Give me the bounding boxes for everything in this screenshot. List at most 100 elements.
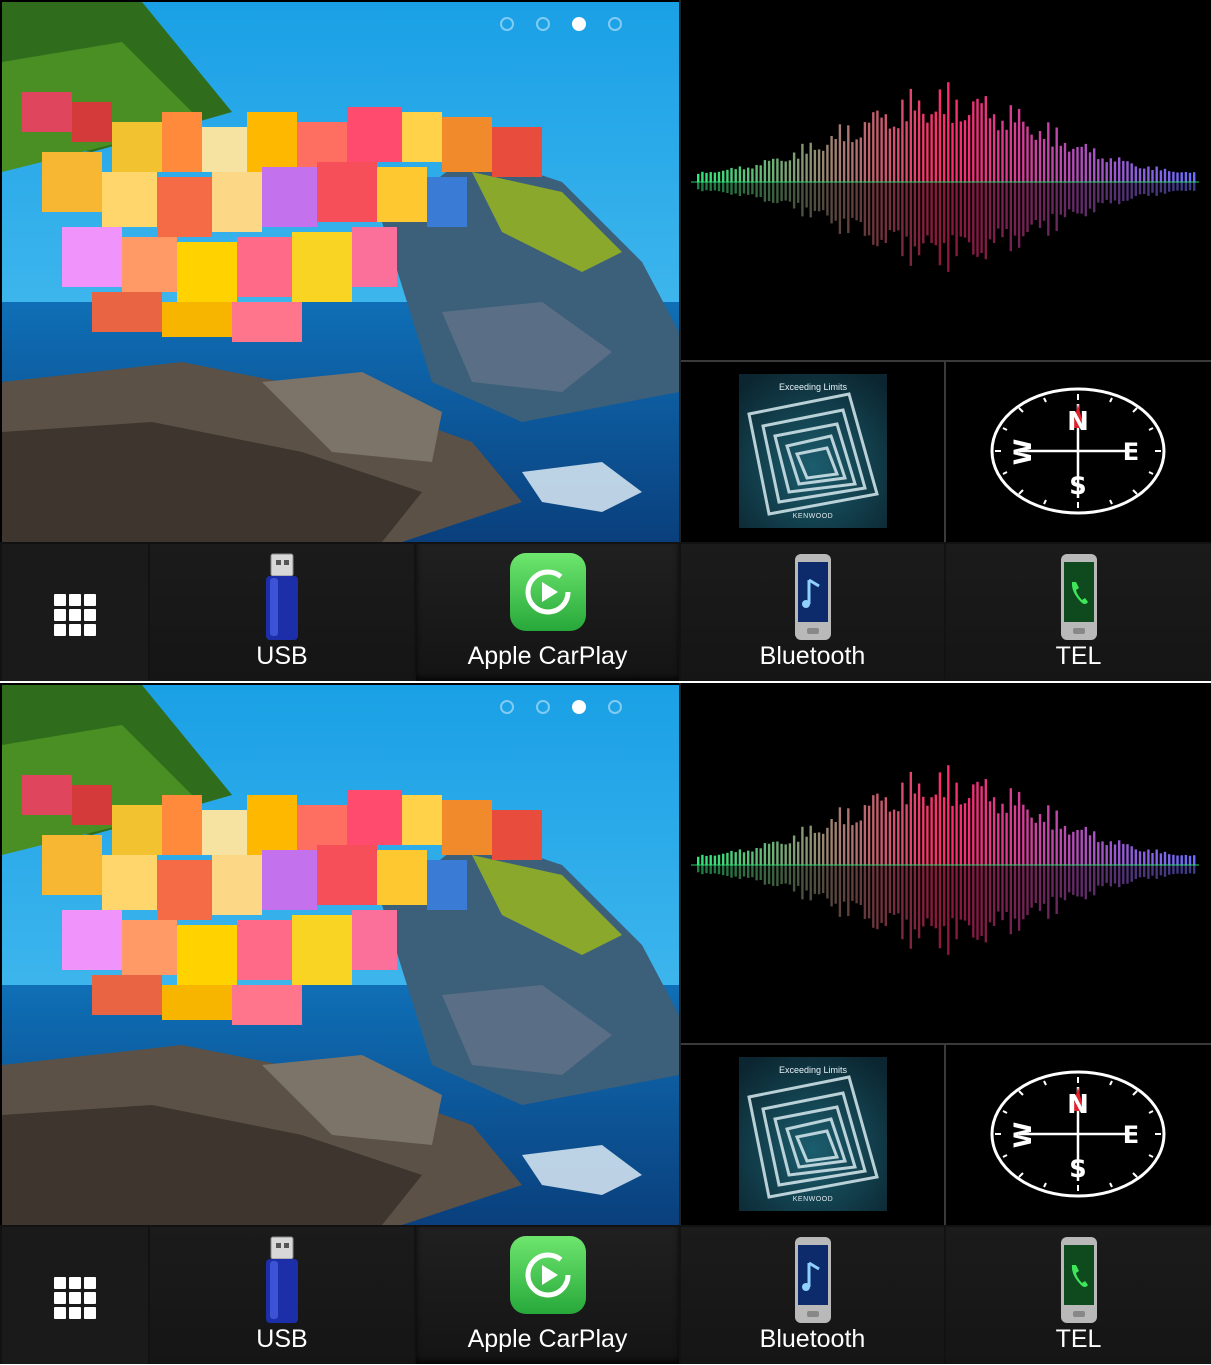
visualizer-bar <box>838 807 842 865</box>
page-dot[interactable] <box>608 17 622 31</box>
visualizer-reflection-bar <box>701 182 704 192</box>
visualizer-bar <box>972 784 975 865</box>
visualizer-bar <box>859 137 862 182</box>
wallpaper-image <box>2 685 679 1225</box>
visualizer-bar <box>755 848 758 865</box>
visualizer-reflection-bar <box>755 865 758 881</box>
visualizer-reflection-bar <box>1001 865 1004 921</box>
visualizer-reflection-bar <box>1005 865 1008 912</box>
visualizer-reflection-bar <box>1063 865 1067 901</box>
bluetooth-source-button[interactable]: Bluetooth <box>681 1227 944 1364</box>
waveform-graphic <box>691 82 1199 272</box>
album-brand: KENWOOD <box>792 1196 834 1203</box>
visualizer-reflection-bar <box>905 182 908 237</box>
page-dot[interactable] <box>536 17 550 31</box>
visualizer-reflection-bar <box>697 182 700 190</box>
visualizer-reflection-bar <box>709 865 712 874</box>
visualizer-bar <box>1097 159 1100 182</box>
visualizer-reflection-bar <box>1147 182 1150 196</box>
page-indicator[interactable] <box>500 700 622 714</box>
visualizer-bar <box>1034 822 1037 865</box>
visualizer-reflection-bar <box>847 182 850 233</box>
page-dot[interactable] <box>500 17 514 31</box>
visualizer-bar <box>722 853 725 865</box>
head-unit-screen: Exceeding Limits KENWOOD N E S W USB App… <box>0 0 1211 681</box>
tel-source-button[interactable]: TEL <box>946 544 1211 681</box>
visualizer-bar <box>701 854 704 865</box>
visualizer-bar <box>826 144 829 182</box>
visualizer-reflection-bar <box>855 865 858 904</box>
carplay-label: Apple CarPlay <box>467 1325 628 1353</box>
visualizer-reflection-bar <box>938 865 942 949</box>
carplay-label: Apple CarPlay <box>467 642 628 670</box>
visualizer-reflection-bar <box>851 865 854 901</box>
album-art-widget[interactable]: Exceeding Limits KENWOOD <box>681 362 944 540</box>
visualizer-bar <box>922 113 925 182</box>
visualizer-bar <box>955 782 958 865</box>
visualizer-reflection-bar <box>726 182 729 193</box>
visualizer-reflection-bar <box>1151 182 1154 193</box>
usb-drive-icon <box>266 1236 298 1323</box>
apple-carplay-button[interactable]: Apple CarPlay <box>416 544 679 681</box>
visualizer-reflection-bar <box>1022 865 1025 920</box>
source-dock: USB Apple CarPlay Bluetooth TEL <box>0 542 1211 681</box>
visualizer-reflection-bar <box>1105 182 1108 200</box>
compass-icon[interactable]: N E S W <box>989 1069 1167 1199</box>
visualizer-reflection-bar <box>942 182 946 244</box>
apple-carplay-button[interactable]: Apple CarPlay <box>416 1227 679 1364</box>
visualizer-reflection-bar <box>897 182 900 231</box>
visualizer-bar <box>1076 147 1079 182</box>
visualizer-bar <box>951 805 954 865</box>
app-menu-button[interactable] <box>2 1227 148 1364</box>
visualizer-reflection-bar <box>842 865 846 902</box>
visualizer-reflection-bar <box>805 865 808 891</box>
visualizer-reflection-bar <box>1118 865 1121 888</box>
app-menu-button[interactable] <box>2 544 148 681</box>
visualizer-reflection-bar <box>884 865 887 926</box>
visualizer-bar <box>792 835 796 865</box>
visualizer-reflection-bar <box>992 865 996 926</box>
page-dot-active[interactable] <box>572 700 586 714</box>
visualizer-reflection-bar <box>1080 865 1083 897</box>
visualizer-bar <box>1176 855 1179 865</box>
visualizer-reflection-bar <box>755 182 758 198</box>
usb-source-button[interactable]: USB <box>150 544 414 681</box>
visualizer-reflection-bar <box>905 865 908 920</box>
visualizer-bar <box>1151 170 1154 182</box>
compass-icon[interactable]: N E S W <box>989 386 1167 516</box>
visualizer-reflection-bar <box>1159 182 1163 193</box>
visualizer-reflection-bar <box>747 182 750 195</box>
visualizer-bar <box>901 782 904 865</box>
usb-source-button[interactable]: USB <box>150 1227 414 1364</box>
compass-widget[interactable]: N E S W <box>946 362 1209 540</box>
page-dot[interactable] <box>500 700 514 714</box>
visualizer-reflection-bar <box>984 182 987 260</box>
visualizer-bar <box>917 100 921 182</box>
visualizer-bar <box>1042 138 1046 182</box>
visualizer-bar <box>1168 854 1171 865</box>
visualizer-bar <box>847 125 850 182</box>
album-cover[interactable]: Exceeding Limits KENWOOD <box>739 1057 887 1211</box>
visualizer-reflection-bar <box>1134 182 1137 196</box>
page-indicator[interactable] <box>500 17 622 31</box>
compass-widget[interactable]: N E S W <box>946 1045 1209 1223</box>
compass-south: S <box>1069 1155 1086 1183</box>
visualizer-reflection-bar <box>934 865 937 929</box>
tel-source-button[interactable]: TEL <box>946 1227 1211 1364</box>
compass-north: N <box>1067 407 1089 437</box>
page-dot[interactable] <box>536 700 550 714</box>
visualizer-bar <box>1151 853 1154 865</box>
visualizer-bar <box>1055 127 1058 182</box>
visualizer-bar <box>930 797 933 865</box>
visualizer-bar <box>1005 129 1008 182</box>
visualizer-reflection-bar <box>842 182 846 219</box>
album-cover[interactable]: Exceeding Limits KENWOOD <box>739 374 887 528</box>
visualizer-bar <box>1059 828 1062 865</box>
visualizer-reflection-bar <box>1068 182 1071 210</box>
page-dot-active[interactable] <box>572 17 586 31</box>
bluetooth-source-button[interactable]: Bluetooth <box>681 544 944 681</box>
visualizer-bar <box>1163 168 1167 182</box>
visualizer-bar <box>888 811 892 865</box>
page-dot[interactable] <box>608 700 622 714</box>
album-art-widget[interactable]: Exceeding Limits KENWOOD <box>681 1045 944 1223</box>
